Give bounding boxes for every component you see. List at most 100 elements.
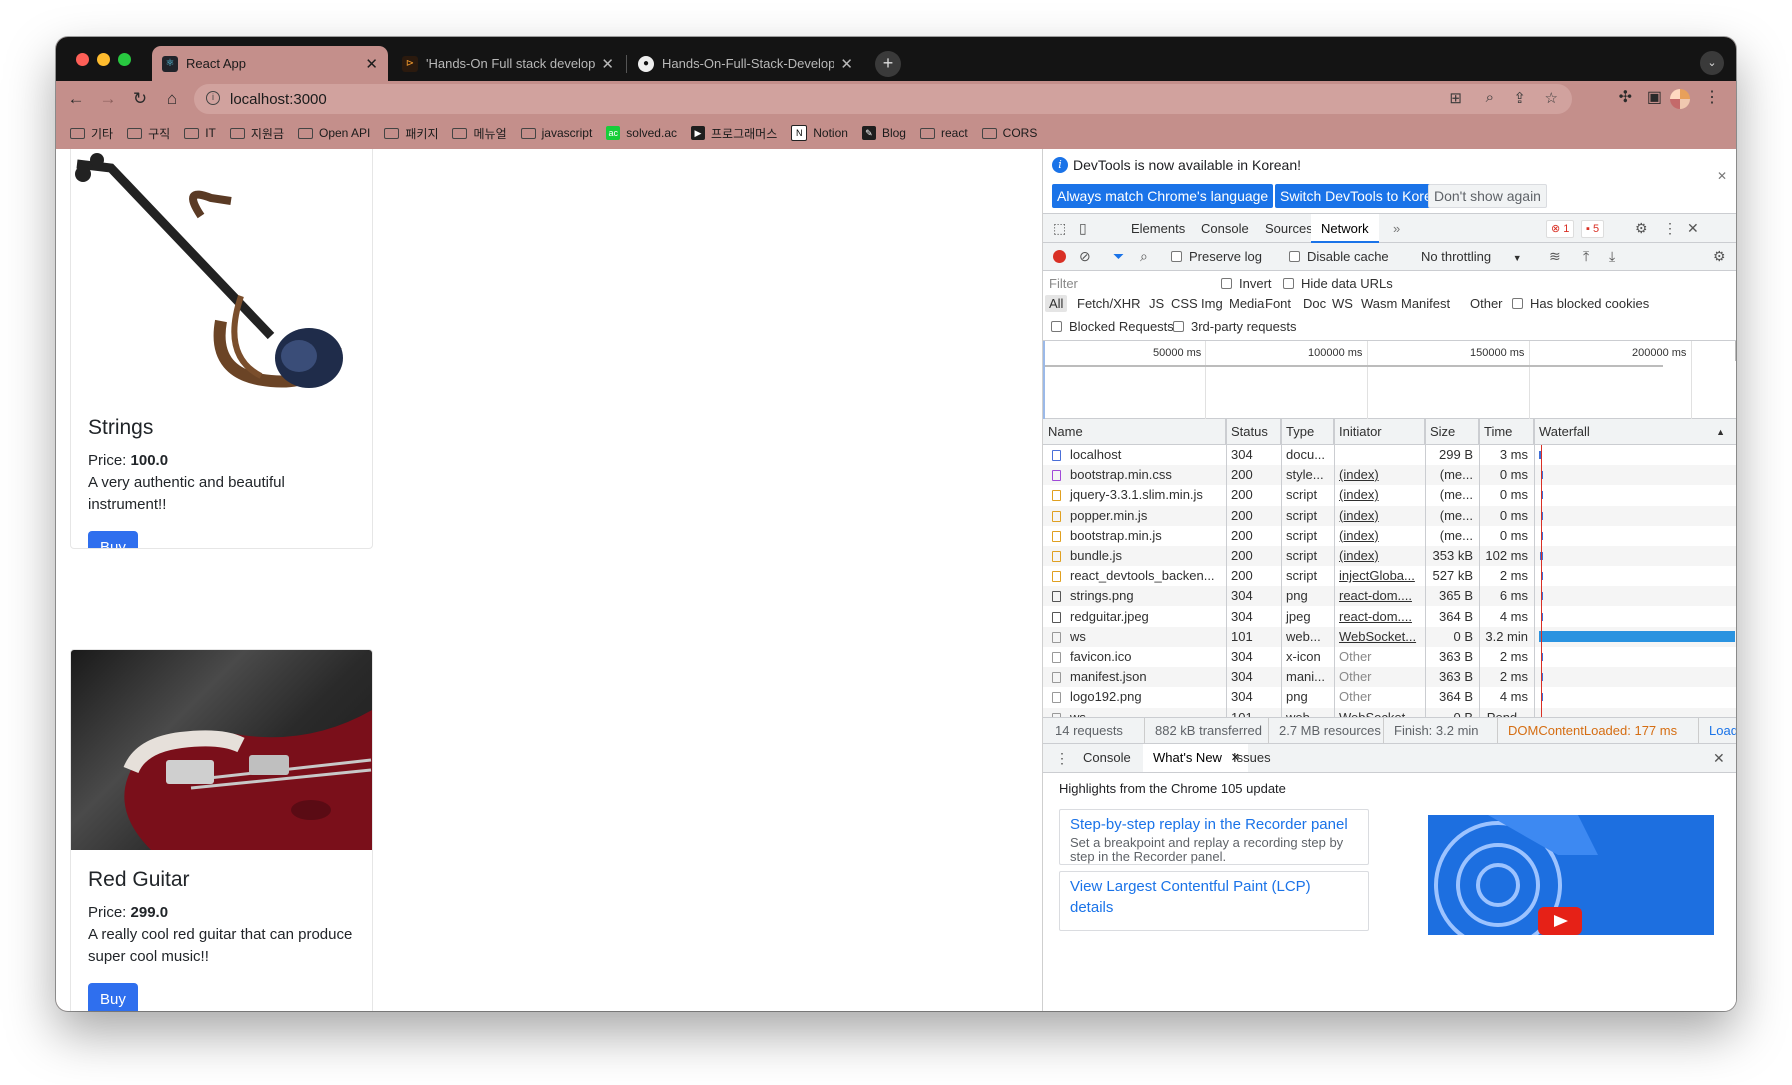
column-status[interactable]: Status [1226,419,1281,445]
clear-icon[interactable]: ⊘ [1079,248,1091,265]
bookmark-item[interactable]: CORS [981,126,1037,140]
whats-new-video-thumbnail[interactable] [1428,815,1714,935]
menu-kebab-icon[interactable]: ⋮ [1704,87,1720,107]
filter-input[interactable]: Filter [1049,274,1199,294]
issue-count-badge[interactable]: ▪ 5 [1581,220,1605,238]
drawer-tab-console[interactable]: Console [1073,744,1141,772]
bookmark-item[interactable]: 기타 [70,125,113,142]
tab-network[interactable]: Network [1311,214,1379,243]
close-window-button[interactable] [76,53,89,66]
device-toolbar-icon[interactable]: ▯ [1079,220,1087,237]
bookmark-item[interactable]: 패키지 [384,125,438,142]
home-button[interactable]: ⌂ [160,87,184,111]
bookmark-item[interactable]: react [919,126,968,140]
minimize-window-button[interactable] [97,53,110,66]
search-icon[interactable]: ⌕ [1140,248,1148,265]
filter-type-img[interactable]: Img [1201,296,1223,311]
inspect-element-icon[interactable]: ⬚ [1053,220,1066,237]
tab-search-button[interactable]: ⌄ [1700,51,1724,75]
table-row[interactable]: popper.min.js 200 script (index) (me... 0 ms [1043,505,1736,526]
table-row[interactable]: ws 101 web... WebSocket... 0 B 3.2 min [1043,626,1736,647]
throttling-select[interactable]: No throttling ▼ [1421,249,1522,264]
back-button[interactable]: ← [64,87,88,111]
record-icon[interactable] [1053,250,1066,263]
translate-icon[interactable]: ⊞ [1449,89,1462,107]
bookmark-item[interactable]: N Notion [791,125,848,141]
switch-to-korean-button[interactable]: Switch DevTools to Korean [1275,184,1453,208]
cell-initiator[interactable]: (index) [1334,506,1425,526]
tab-console[interactable]: Console [1191,214,1259,243]
bookmark-item[interactable]: ▶ 프로그래머스 [691,125,777,142]
drawer-tab-issues[interactable]: Issues [1223,744,1281,772]
whats-new-card[interactable]: View Largest Contentful Paint (LCP) deta… [1059,871,1369,931]
column-initiator[interactable]: Initiator [1334,419,1425,445]
table-row[interactable]: redguitar.jpeg 304 jpeg react-dom.... 364 B 4… [1043,607,1736,627]
filter-type-media[interactable]: Media [1229,296,1264,311]
column-type[interactable]: Type [1281,419,1334,445]
bookmark-item[interactable]: 구직 [127,125,170,142]
forward-button[interactable]: → [96,87,120,111]
bookmark-star-icon[interactable]: ☆ [1545,89,1558,107]
network-settings-icon[interactable]: ⚙ [1713,248,1726,265]
third-party-requests-checkbox[interactable]: 3rd-party requests [1173,319,1297,334]
tab-close-icon[interactable]: ✕ [365,55,378,73]
table-row[interactable]: logo192.png 304 png Other 364 B 4 ms [1043,687,1736,707]
disable-cache-checkbox[interactable]: Disable cache [1289,249,1389,264]
column-waterfall[interactable]: Waterfall ▲ [1534,419,1736,445]
filter-type-css[interactable]: CSS [1171,296,1198,311]
table-row[interactable]: react_devtools_backen... 200 script injectG… [1043,566,1736,586]
reload-button[interactable]: ↻ [128,87,152,111]
cell-initiator[interactable]: injectGloba... [1334,566,1425,586]
cell-initiator[interactable]: (index) [1334,546,1425,566]
tab-close-icon[interactable]: ✕ [840,55,853,73]
filter-icon[interactable]: ⏷ [1113,248,1124,265]
kebab-menu-icon[interactable]: ⋮ [1663,220,1677,237]
always-match-language-button[interactable]: Always match Chrome's language [1052,184,1274,208]
bookmark-item[interactable]: ✎ Blog [861,126,906,140]
zoom-icon[interactable]: ⌕ [1486,89,1494,106]
bookmark-item[interactable]: IT [184,126,216,140]
site-info-icon[interactable]: i [206,91,220,105]
table-row[interactable]: bundle.js 200 script (index) 353 kB 102 ms [1043,546,1736,566]
filter-type-manifest[interactable]: Manifest [1401,296,1450,311]
network-overview-timeline[interactable]: 50000 ms 100000 ms 150000 ms 200000 ms [1043,341,1736,419]
tab-github[interactable]: ● Hands-On-Full-Stack-Develop ✕ [628,46,863,81]
import-har-icon[interactable]: ⤒ [1583,248,1589,265]
profile-avatar[interactable] [1670,89,1690,109]
column-time[interactable]: Time [1479,419,1534,445]
filter-type-all[interactable]: All [1045,295,1068,312]
cell-initiator[interactable]: react-dom.... [1334,586,1425,606]
table-row[interactable]: bootstrap.min.js 200 script (index) (me... 0 … [1043,526,1736,546]
filter-type-wasm[interactable]: Wasm [1361,296,1397,311]
share-icon[interactable]: ⇪ [1513,89,1526,107]
close-icon[interactable]: ✕ [1717,169,1727,183]
timeline-handle-right[interactable] [1735,341,1736,361]
more-tabs-icon[interactable]: » [1383,214,1410,243]
table-row[interactable]: ws101web...WebSocket...0 BPend... [1043,707,1736,717]
invert-checkbox[interactable]: Invert [1221,276,1272,291]
filter-type-ws[interactable]: WS [1332,296,1353,311]
bookmark-item[interactable]: javascript [520,126,592,140]
address-bar[interactable]: i localhost:3000 ⊞ ⌕ ⇪ ☆ [194,84,1572,114]
close-drawer-icon[interactable]: ✕ [1713,750,1725,767]
table-row[interactable]: manifest.json 304 mani... Other 363 B 2 ms [1043,667,1736,688]
column-name[interactable]: Name [1043,419,1226,445]
cell-initiator[interactable]: (index) [1334,526,1425,546]
extensions-icon[interactable]: ✣ [1619,87,1632,107]
maximize-window-button[interactable] [118,53,131,66]
has-blocked-cookies-checkbox[interactable]: Has blocked cookies [1512,296,1649,311]
whats-new-card[interactable]: Step-by-step replay in the Recorder pane… [1059,809,1369,865]
timeline-handle-left[interactable] [1043,341,1045,419]
table-row[interactable]: strings.png 304 png react-dom.... 365 B 6 ms [1043,586,1736,607]
hide-data-urls-checkbox[interactable]: Hide data URLs [1283,276,1393,291]
blocked-requests-checkbox[interactable]: Blocked Requests [1051,319,1174,334]
settings-gear-icon[interactable]: ⚙ [1635,220,1648,237]
cell-initiator[interactable]: (index) [1334,465,1425,485]
tab-elements[interactable]: Elements [1121,214,1195,243]
cell-initiator[interactable]: react-dom.... [1334,607,1425,627]
filter-type-other[interactable]: Other [1470,296,1503,311]
bookmark-item[interactable]: ac solved.ac [606,126,677,140]
network-conditions-icon[interactable]: ≋ [1549,248,1561,265]
buy-button[interactable]: Buy [88,531,138,548]
filter-type-doc[interactable]: Doc [1303,296,1326,311]
